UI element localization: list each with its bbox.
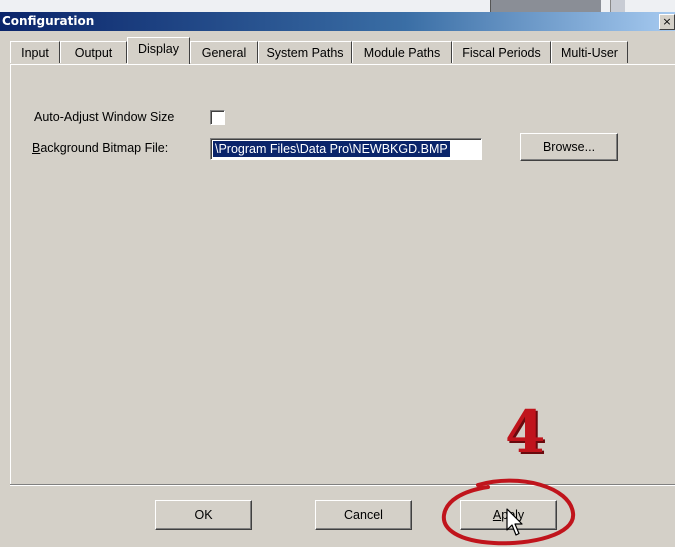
panel-left-edge bbox=[10, 64, 11, 484]
window-title: Configuration bbox=[2, 14, 95, 28]
background-bitmap-label: Background Bitmap File: bbox=[32, 141, 168, 155]
step-number-annotation: 4 bbox=[505, 398, 546, 466]
tab-display[interactable]: Display bbox=[127, 37, 190, 64]
background-window-fragment-2 bbox=[610, 0, 625, 12]
tab-general[interactable]: General bbox=[190, 41, 258, 63]
tab-multi-user[interactable]: Multi-User bbox=[551, 41, 628, 63]
configuration-window: Configuration × Input Output Display Gen… bbox=[0, 0, 675, 546]
tab-system-paths[interactable]: System Paths bbox=[258, 41, 352, 63]
tab-input[interactable]: Input bbox=[10, 41, 60, 63]
background-desktop-strip bbox=[0, 0, 675, 12]
tab-module-paths[interactable]: Module Paths bbox=[352, 41, 452, 63]
display-tab-panel bbox=[10, 64, 675, 465]
ok-button[interactable]: OK bbox=[155, 500, 252, 530]
title-bar[interactable]: Configuration × bbox=[0, 12, 675, 31]
background-window-fragment bbox=[490, 0, 601, 12]
tab-fiscal-periods[interactable]: Fiscal Periods bbox=[452, 41, 551, 63]
background-bitmap-field[interactable]: \Program Files\Data Pro\NEWBKGD.BMP bbox=[210, 138, 482, 160]
background-bitmap-label-rest: ackground Bitmap File: bbox=[40, 141, 169, 155]
background-bitmap-value: \Program Files\Data Pro\NEWBKGD.BMP bbox=[213, 141, 450, 157]
auto-adjust-checkbox[interactable] bbox=[210, 110, 225, 125]
tab-output[interactable]: Output bbox=[60, 41, 127, 63]
browse-button[interactable]: Browse... bbox=[520, 133, 618, 161]
auto-adjust-label: Auto-Adjust Window Size bbox=[34, 110, 175, 124]
close-icon[interactable]: × bbox=[659, 14, 675, 30]
mouse-pointer-icon bbox=[506, 508, 523, 536]
cancel-button[interactable]: Cancel bbox=[315, 500, 412, 530]
